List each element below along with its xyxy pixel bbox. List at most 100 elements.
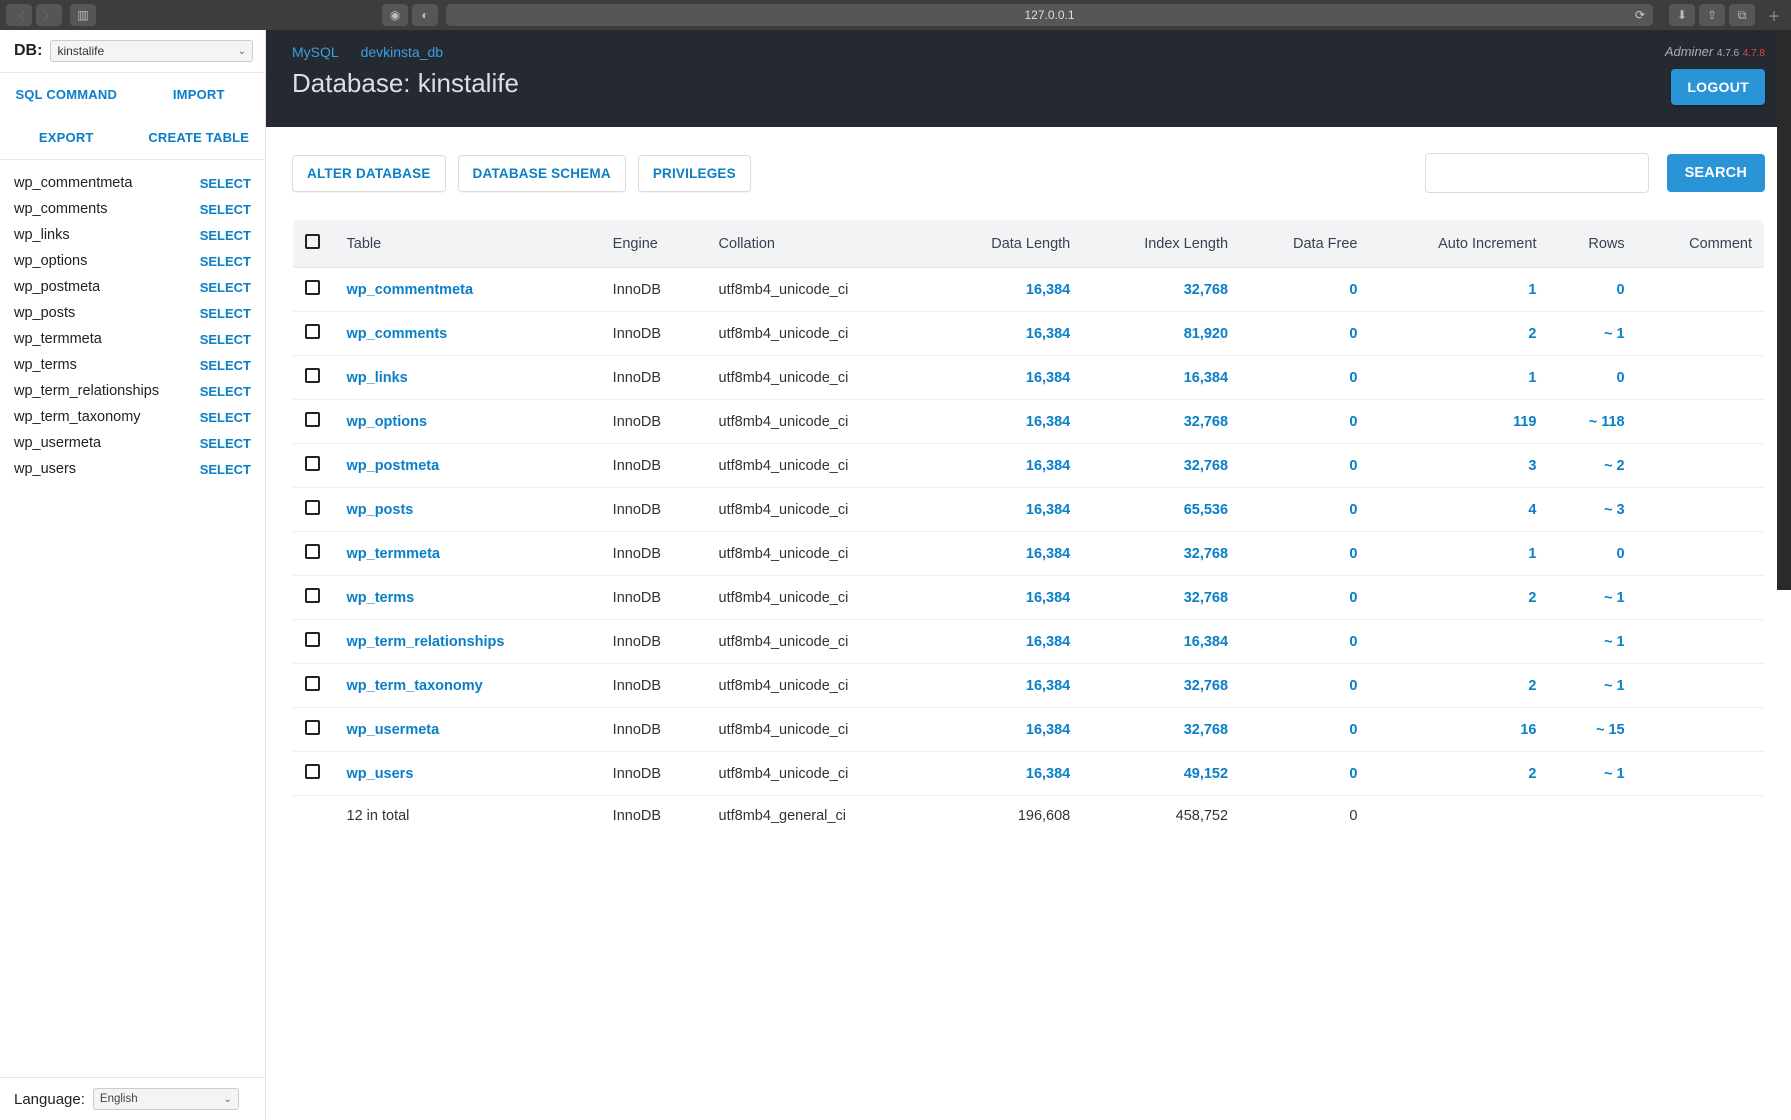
cell-rows[interactable]: ~ 1 bbox=[1548, 752, 1636, 796]
breadcrumb-server[interactable]: MySQL bbox=[292, 44, 339, 60]
privileges-button[interactable]: PRIVILEGES bbox=[638, 155, 751, 192]
select-all-checkbox[interactable] bbox=[305, 234, 320, 249]
cell-table[interactable]: wp_comments bbox=[335, 312, 601, 356]
cell-rows[interactable]: ~ 1 bbox=[1548, 576, 1636, 620]
cell-auto-increment[interactable]: 1 bbox=[1370, 268, 1549, 312]
sidebar-select-link[interactable]: SELECT bbox=[200, 462, 251, 477]
cell-index-length[interactable]: 16,384 bbox=[1082, 620, 1240, 664]
cell-data-length[interactable]: 16,384 bbox=[932, 620, 1083, 664]
row-checkbox[interactable] bbox=[305, 720, 320, 735]
col-auto-increment[interactable]: Auto Increment bbox=[1370, 220, 1549, 268]
cell-data-length[interactable]: 16,384 bbox=[932, 400, 1083, 444]
sidebar-table-link[interactable]: wp_term_taxonomy bbox=[14, 409, 141, 425]
tabs-button[interactable]: ⧉ bbox=[1729, 4, 1755, 26]
cell-data-free[interactable]: 0 bbox=[1240, 576, 1369, 620]
cell-data-length[interactable]: 16,384 bbox=[932, 532, 1083, 576]
cell-rows[interactable]: 0 bbox=[1548, 532, 1636, 576]
cell-table[interactable]: wp_commentmeta bbox=[335, 268, 601, 312]
cell-auto-increment[interactable]: 3 bbox=[1370, 444, 1549, 488]
cell-table[interactable]: wp_term_taxonomy bbox=[335, 664, 601, 708]
cell-data-length[interactable]: 16,384 bbox=[932, 444, 1083, 488]
cell-rows[interactable]: 0 bbox=[1548, 268, 1636, 312]
database-schema-button[interactable]: DATABASE SCHEMA bbox=[458, 155, 626, 192]
col-rows[interactable]: Rows bbox=[1548, 220, 1636, 268]
cell-data-free[interactable]: 0 bbox=[1240, 400, 1369, 444]
cell-auto-increment[interactable]: 2 bbox=[1370, 664, 1549, 708]
cell-index-length[interactable]: 32,768 bbox=[1082, 576, 1240, 620]
row-checkbox[interactable] bbox=[305, 368, 320, 383]
cell-rows[interactable]: ~ 1 bbox=[1548, 620, 1636, 664]
row-checkbox[interactable] bbox=[305, 456, 320, 471]
cell-auto-increment[interactable]: 2 bbox=[1370, 576, 1549, 620]
scrollbar[interactable] bbox=[1777, 30, 1791, 590]
privacy-report-button[interactable]: ◉ bbox=[382, 4, 408, 26]
cell-data-free[interactable]: 0 bbox=[1240, 532, 1369, 576]
cell-data-length[interactable]: 16,384 bbox=[932, 488, 1083, 532]
cell-index-length[interactable]: 32,768 bbox=[1082, 268, 1240, 312]
row-checkbox[interactable] bbox=[305, 632, 320, 647]
cell-rows[interactable]: 0 bbox=[1548, 356, 1636, 400]
col-index-length[interactable]: Index Length bbox=[1082, 220, 1240, 268]
sidebar-select-link[interactable]: SELECT bbox=[200, 410, 251, 425]
cell-auto-increment[interactable]: 1 bbox=[1370, 532, 1549, 576]
sidebar-table-link[interactable]: wp_posts bbox=[14, 305, 75, 321]
row-checkbox[interactable] bbox=[305, 324, 320, 339]
cell-index-length[interactable]: 49,152 bbox=[1082, 752, 1240, 796]
sidebar-table-link[interactable]: wp_termmeta bbox=[14, 331, 102, 347]
cell-table[interactable]: wp_users bbox=[335, 752, 601, 796]
alter-database-button[interactable]: ALTER DATABASE bbox=[292, 155, 446, 192]
cell-data-length[interactable]: 16,384 bbox=[932, 356, 1083, 400]
import-link[interactable]: IMPORT bbox=[133, 73, 266, 116]
row-checkbox[interactable] bbox=[305, 412, 320, 427]
cell-rows[interactable]: ~ 1 bbox=[1548, 664, 1636, 708]
cell-index-length[interactable]: 32,768 bbox=[1082, 444, 1240, 488]
col-table[interactable]: Table bbox=[335, 220, 601, 268]
col-data-length[interactable]: Data Length bbox=[932, 220, 1083, 268]
sidebar-table-link[interactable]: wp_commentmeta bbox=[14, 175, 132, 191]
cell-rows[interactable]: ~ 15 bbox=[1548, 708, 1636, 752]
sidebar-table-link[interactable]: wp_comments bbox=[14, 201, 107, 217]
sidebar-table-link[interactable]: wp_postmeta bbox=[14, 279, 100, 295]
cell-data-length[interactable]: 16,384 bbox=[932, 708, 1083, 752]
col-engine[interactable]: Engine bbox=[601, 220, 707, 268]
sidebar-select-link[interactable]: SELECT bbox=[200, 306, 251, 321]
sidebar-select-link[interactable]: SELECT bbox=[200, 280, 251, 295]
col-collation[interactable]: Collation bbox=[707, 220, 932, 268]
db-selector[interactable]: kinstalife bbox=[50, 40, 253, 62]
cell-rows[interactable]: ~ 3 bbox=[1548, 488, 1636, 532]
sql-command-link[interactable]: SQL COMMAND bbox=[0, 73, 133, 116]
row-checkbox[interactable] bbox=[305, 588, 320, 603]
cell-data-free[interactable]: 0 bbox=[1240, 444, 1369, 488]
cell-data-free[interactable]: 0 bbox=[1240, 752, 1369, 796]
col-data-free[interactable]: Data Free bbox=[1240, 220, 1369, 268]
cell-table[interactable]: wp_terms bbox=[335, 576, 601, 620]
cell-index-length[interactable]: 32,768 bbox=[1082, 664, 1240, 708]
reload-icon[interactable]: ⟳ bbox=[1635, 8, 1645, 22]
search-button[interactable]: SEARCH bbox=[1667, 154, 1765, 192]
cell-data-length[interactable]: 16,384 bbox=[932, 312, 1083, 356]
sidebar-select-link[interactable]: SELECT bbox=[200, 202, 251, 217]
cell-data-free[interactable]: 0 bbox=[1240, 664, 1369, 708]
cell-table[interactable]: wp_termmeta bbox=[335, 532, 601, 576]
row-checkbox[interactable] bbox=[305, 676, 320, 691]
sidebar-select-link[interactable]: SELECT bbox=[200, 358, 251, 373]
search-input[interactable] bbox=[1425, 153, 1649, 193]
breadcrumb-db[interactable]: devkinsta_db bbox=[361, 44, 444, 60]
sidebar-select-link[interactable]: SELECT bbox=[200, 332, 251, 347]
logout-button[interactable]: LOGOUT bbox=[1671, 69, 1765, 105]
cell-data-length[interactable]: 16,384 bbox=[932, 268, 1083, 312]
nav-forward-button[interactable]: 〉 bbox=[36, 4, 62, 26]
cell-auto-increment[interactable]: 16 bbox=[1370, 708, 1549, 752]
share-button[interactable]: ⇧ bbox=[1699, 4, 1725, 26]
row-checkbox[interactable] bbox=[305, 500, 320, 515]
cell-data-free[interactable]: 0 bbox=[1240, 356, 1369, 400]
cell-auto-increment[interactable]: 2 bbox=[1370, 752, 1549, 796]
address-bar[interactable]: 127.0.0.1 ⟳ bbox=[446, 4, 1653, 26]
export-link[interactable]: EXPORT bbox=[0, 116, 133, 159]
cell-auto-increment[interactable]: 1 bbox=[1370, 356, 1549, 400]
cell-data-free[interactable]: 0 bbox=[1240, 488, 1369, 532]
cell-rows[interactable]: ~ 1 bbox=[1548, 312, 1636, 356]
row-checkbox[interactable] bbox=[305, 280, 320, 295]
sidebar-select-link[interactable]: SELECT bbox=[200, 254, 251, 269]
cell-auto-increment[interactable]: 2 bbox=[1370, 312, 1549, 356]
